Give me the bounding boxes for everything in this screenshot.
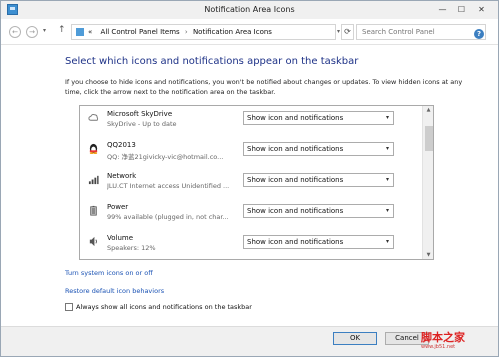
item-status: Speakers: 12%: [107, 244, 156, 252]
behavior-select[interactable]: Show icon and notifications ▾: [243, 235, 394, 249]
page-title: Select which icons and notifications app…: [65, 56, 359, 67]
refresh-button[interactable]: ⟳: [341, 24, 354, 40]
list-item-qq: QQ2013 QQ: 净蓝21givicky-vic@hotmail.co...…: [80, 139, 422, 169]
up-button[interactable]: ↑: [58, 25, 66, 35]
item-status: QQ: 净蓝21givicky-vic@hotmail.co...: [107, 153, 224, 161]
behavior-select[interactable]: Show icon and notifications ▾: [243, 142, 394, 156]
watermark-url: www.jb51.net: [421, 344, 456, 350]
always-show-checkbox[interactable]: [65, 303, 73, 311]
breadcrumb-separator[interactable]: ›: [185, 28, 188, 36]
watermark-logo: 脚本之家: [421, 331, 465, 344]
maximize-button[interactable]: ☐: [453, 3, 470, 16]
chevron-down-icon: ▾: [385, 238, 389, 245]
close-button[interactable]: ✕: [473, 3, 490, 16]
address-dropdown[interactable]: ▾: [337, 28, 340, 35]
behavior-select[interactable]: Show icon and notifications ▾: [243, 111, 394, 125]
minimize-button[interactable]: —: [434, 3, 451, 16]
item-name: Microsoft SkyDrive: [107, 110, 173, 118]
scroll-thumb[interactable]: [425, 126, 433, 151]
title-bar[interactable]: Notification Area Icons — ☐ ✕: [1, 1, 498, 19]
list-item-power: Power 99% available (plugged in, not cha…: [80, 201, 422, 231]
address-toolbar: ← → ▾ ↑ « All Control Panel Items › Noti…: [1, 19, 498, 45]
turn-system-icons-link[interactable]: Turn system icons on or off: [65, 269, 153, 277]
address-field[interactable]: « All Control Panel Items › Notification…: [71, 24, 336, 40]
restore-defaults-link[interactable]: Restore default icon behaviors: [65, 287, 164, 295]
search-input[interactable]: Search Control Panel ⌕: [356, 24, 486, 40]
back-button[interactable]: ←: [9, 26, 21, 38]
breadcrumb-notification-area-icons[interactable]: Notification Area Icons: [193, 28, 272, 36]
chevron-down-icon: ▾: [385, 145, 389, 152]
dialog-footer: OK Cancel 脚本之家 www.jb51.net: [1, 326, 498, 356]
item-status: SkyDrive - Up to date: [107, 120, 177, 128]
breadcrumb-all-control-panel-items[interactable]: All Control Panel Items: [101, 28, 180, 36]
list-item-network: Network JLU.CT Internet access Unidentif…: [80, 170, 422, 200]
list-item-volume: Volume Speakers: 12% Show icon and notif…: [80, 232, 422, 259]
breadcrumb: « All Control Panel Items › Notification…: [88, 28, 272, 36]
list-item-skydrive: Microsoft SkyDrive SkyDrive - Up to date…: [80, 108, 422, 138]
penguin-icon: [89, 143, 98, 154]
cloud-icon: [88, 114, 99, 121]
item-name: Network: [107, 172, 137, 180]
forward-button[interactable]: →: [26, 26, 38, 38]
search-placeholder: Search Control Panel: [362, 28, 435, 36]
recent-locations-dropdown[interactable]: ▾: [43, 27, 46, 34]
notification-area-icons-window: Notification Area Icons — ☐ ✕ ← → ▾ ↑ « …: [0, 0, 499, 357]
chevron-down-icon: ▾: [385, 176, 389, 183]
chevron-down-icon: ▾: [385, 114, 389, 121]
network-icon: [88, 175, 99, 185]
window-title: Notification Area Icons: [204, 5, 295, 14]
behavior-select[interactable]: Show icon and notifications ▾: [243, 173, 394, 187]
control-panel-small-icon: [76, 28, 84, 36]
help-icon[interactable]: ?: [474, 29, 484, 39]
scroll-down-icon[interactable]: ▼: [423, 252, 433, 258]
breadcrumb-overflow[interactable]: «: [88, 28, 92, 36]
item-status: 99% available (plugged in, not char...: [107, 213, 229, 221]
item-status: JLU.CT Internet access Unidentified ...: [107, 182, 230, 190]
item-name: Power: [107, 203, 129, 211]
icon-behavior-list: Microsoft SkyDrive SkyDrive - Up to date…: [79, 105, 434, 260]
list-scrollbar[interactable]: ▲ ▼: [422, 106, 433, 259]
page-description: If you choose to hide icons and notifica…: [65, 78, 463, 96]
behavior-select[interactable]: Show icon and notifications ▾: [243, 204, 394, 218]
ok-button[interactable]: OK: [333, 332, 377, 345]
speaker-icon: [89, 236, 97, 247]
item-name: QQ2013: [107, 141, 136, 149]
scroll-up-icon[interactable]: ▲: [423, 107, 433, 113]
battery-icon: [90, 205, 97, 216]
always-show-label[interactable]: Always show all icons and notifications …: [76, 303, 252, 311]
item-name: Volume: [107, 234, 134, 242]
chevron-down-icon: ▾: [385, 207, 389, 214]
